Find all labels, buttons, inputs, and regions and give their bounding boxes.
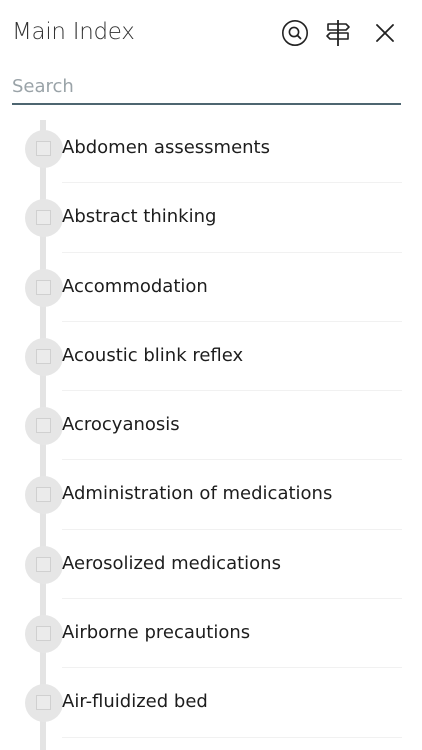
item-checkbox[interactable] xyxy=(36,141,51,156)
signpost-icon xyxy=(324,18,352,48)
close-button[interactable] xyxy=(369,17,401,49)
list-item[interactable]: Airborne precautions xyxy=(0,599,422,669)
page-title: Main Index xyxy=(12,19,135,45)
list-item[interactable]: Administration of medications xyxy=(0,460,422,531)
list-item[interactable]: Abdomen assessments xyxy=(0,114,422,184)
item-label: Acrocyanosis xyxy=(62,414,180,436)
list-item[interactable]: Air-fluidized bed xyxy=(0,668,422,738)
list-item[interactable]: Acrocyanosis xyxy=(0,391,422,461)
list-item[interactable]: Accommodation xyxy=(0,253,422,323)
item-checkbox[interactable] xyxy=(36,626,51,642)
search-button[interactable] xyxy=(279,17,311,49)
item-label: Abdomen assessments xyxy=(62,137,270,158)
item-label: Airborne precautions xyxy=(62,622,251,644)
list-item[interactable]: Abstract thinking xyxy=(0,183,422,253)
item-label: Abstract thinking xyxy=(62,206,217,228)
item-checkbox[interactable] xyxy=(36,487,51,503)
item-label: Acoustic blink reflex xyxy=(62,344,244,366)
index-list: Abdomen assessments Abstract thinking Ac… xyxy=(0,114,422,738)
header: Main Index xyxy=(0,0,422,66)
item-label: Accommodation xyxy=(62,275,208,297)
item-checkbox[interactable] xyxy=(36,210,51,226)
item-checkbox[interactable] xyxy=(36,348,51,364)
item-label: Air-fluidized bed xyxy=(62,691,208,713)
search-field xyxy=(12,72,401,105)
item-checkbox[interactable] xyxy=(36,279,51,295)
signpost-button[interactable] xyxy=(322,17,354,49)
item-label: Aerosolized medications xyxy=(62,552,281,574)
list-item[interactable]: Aerosolized medications xyxy=(0,530,422,600)
close-icon xyxy=(374,22,396,44)
item-checkbox[interactable] xyxy=(36,418,51,434)
item-checkbox[interactable] xyxy=(36,695,51,711)
item-label: Administration of medications xyxy=(62,483,333,505)
list-item[interactable]: Acoustic blink reflex xyxy=(0,322,422,392)
search-icon xyxy=(281,19,309,47)
search-input[interactable] xyxy=(12,72,401,101)
item-checkbox[interactable] xyxy=(36,556,51,572)
